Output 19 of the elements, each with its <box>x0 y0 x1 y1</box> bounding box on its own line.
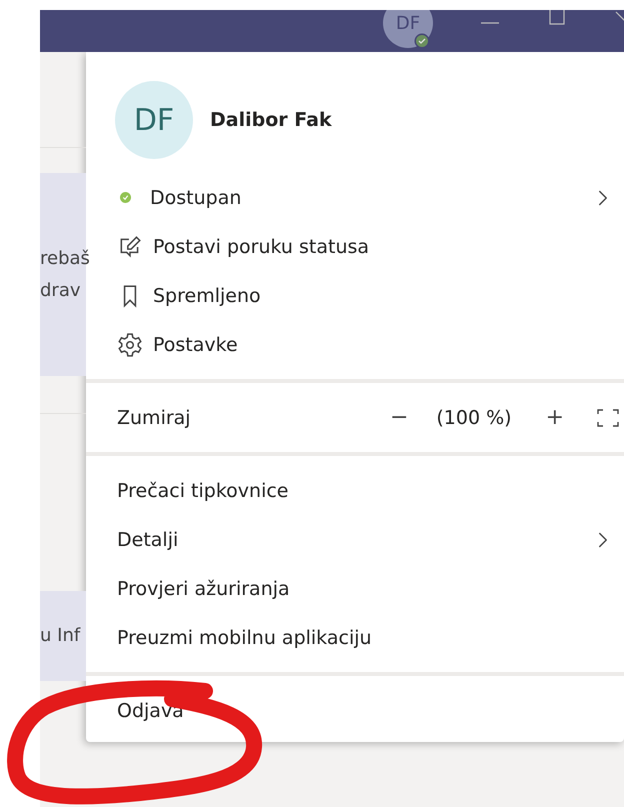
menu-item[interactable]: Postavke <box>86 320 624 369</box>
menu-item[interactable]: Odjava <box>86 686 624 735</box>
chat-preview-text: u Inf <box>40 624 82 648</box>
menu-item[interactable]: Preuzmi mobilnu aplikaciju <box>86 613 624 662</box>
chat-preview-text: drav <box>40 278 82 302</box>
profile-avatar: DF <box>115 81 193 159</box>
menu-item[interactable]: Dostupan <box>86 173 624 222</box>
menu-item[interactable]: Spremljeno <box>86 271 624 320</box>
zoom-in-button[interactable]: + <box>540 405 570 430</box>
zoom-level: (100 %) <box>436 406 512 428</box>
fullscreen-icon[interactable] <box>596 408 620 428</box>
menu-item[interactable]: Detalji <box>86 515 624 564</box>
settings-icon <box>117 332 143 358</box>
zoom-out-button[interactable]: − <box>384 405 414 430</box>
zoom-label: Zumiraj <box>117 406 192 428</box>
profile-name: Dalibor Fak <box>210 109 332 131</box>
menu-item[interactable]: Provjeri ažuriranja <box>86 564 624 613</box>
status-badge-icon <box>414 33 430 49</box>
menu-item[interactable]: Prečaci tipkovnice <box>86 466 624 515</box>
